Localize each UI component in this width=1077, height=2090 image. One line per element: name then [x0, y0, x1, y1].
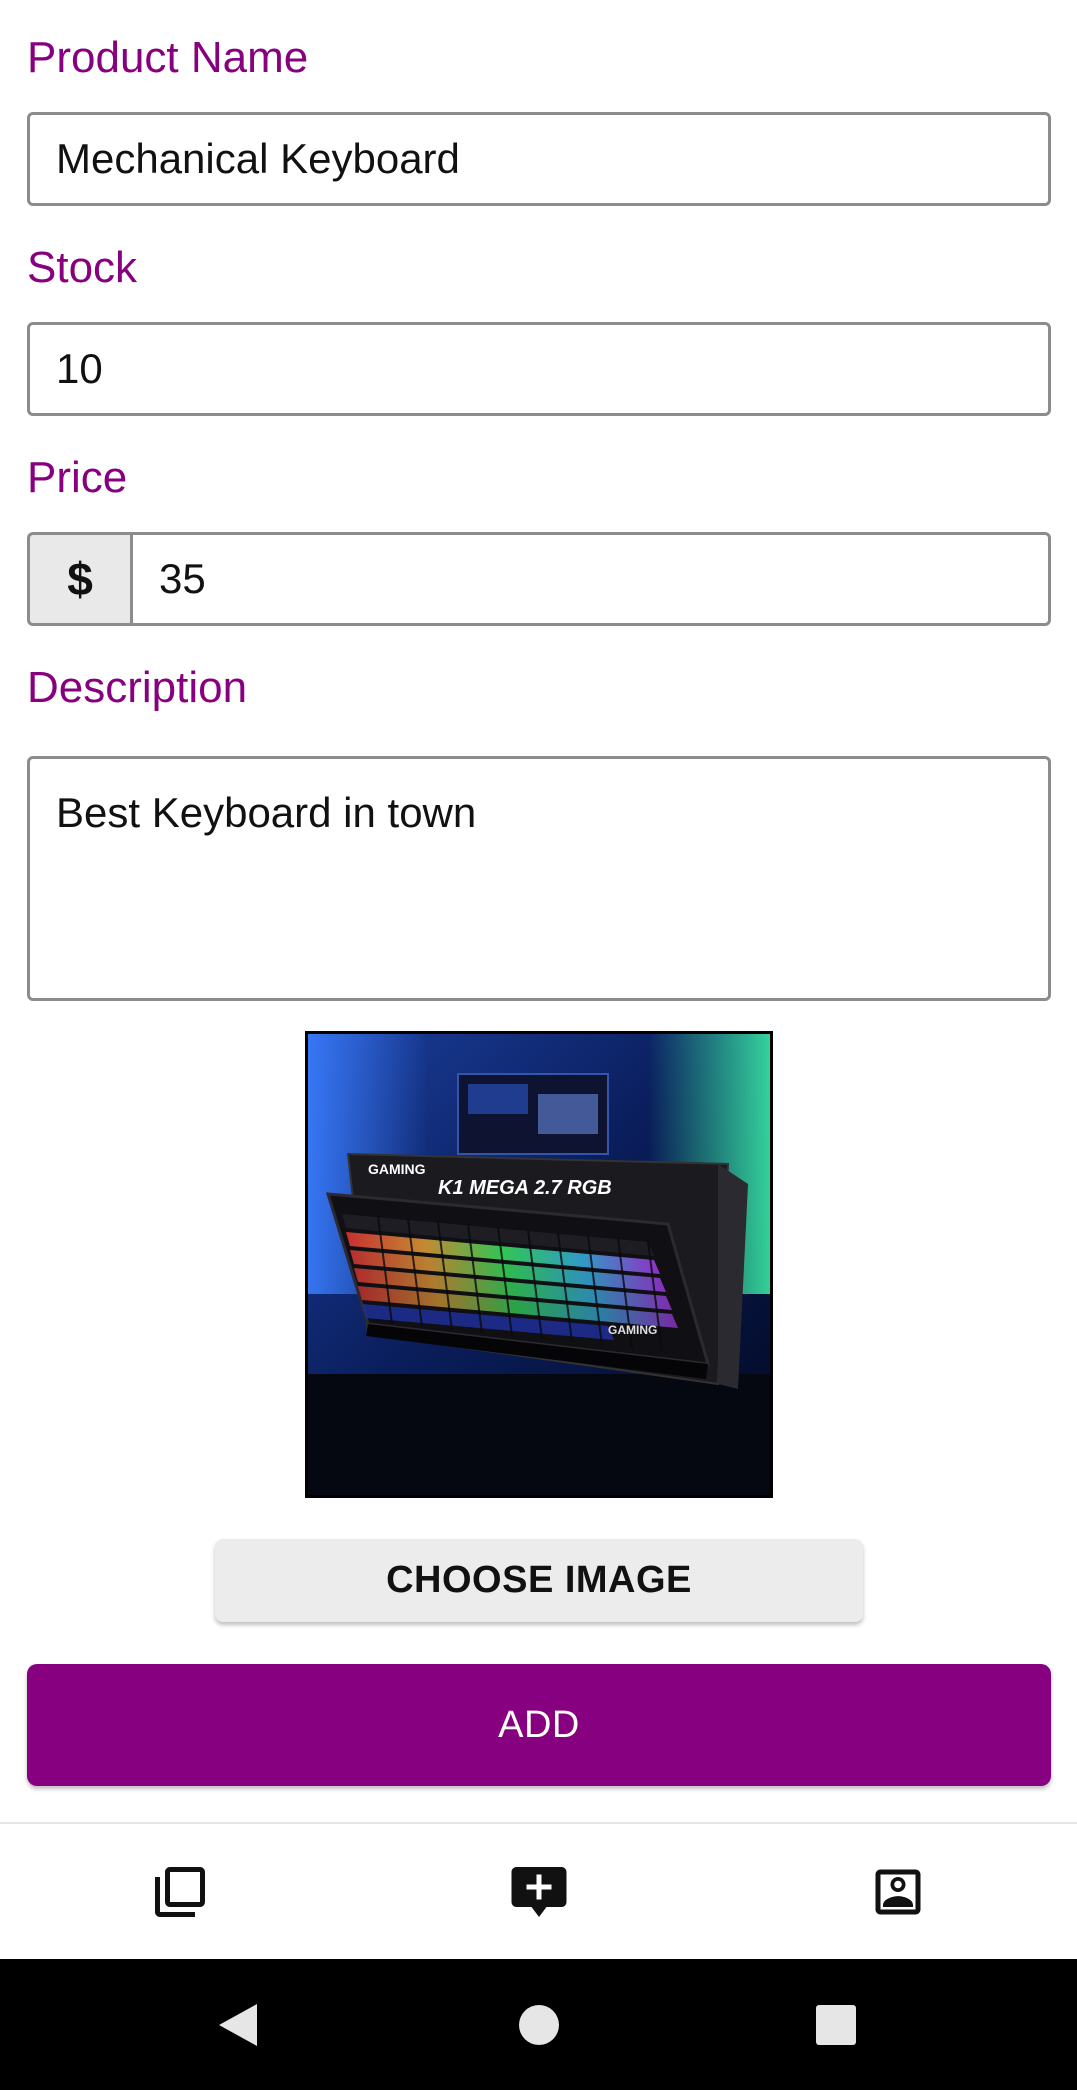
box-model-text: K1 MEGA 2.7 RGB [438, 1177, 612, 1199]
product-image: GAMING K1 MEGA 2.7 RGB GAMING [305, 1031, 773, 1498]
nav-item-contact[interactable] [718, 1824, 1077, 1959]
library-icon [154, 1866, 205, 1917]
add-comment-icon [511, 1866, 566, 1917]
home-circle-icon [519, 2004, 559, 2045]
price-label: Price [27, 453, 128, 502]
system-navigation-bar [0, 1959, 1077, 2090]
description-textarea[interactable]: Best Keyboard in town [27, 756, 1051, 1001]
back-triangle-icon [219, 2003, 257, 2046]
nav-item-add-product[interactable] [359, 1824, 718, 1959]
choose-image-button[interactable]: CHOOSE IMAGE [215, 1539, 863, 1622]
currency-prefix: $ [27, 532, 130, 626]
stock-input[interactable]: 10 [27, 322, 1051, 416]
price-input[interactable]: 35 [130, 532, 1051, 626]
product-name-label: Product Name [27, 33, 309, 82]
box-brand-text: GAMING [368, 1161, 426, 1177]
stock-label: Stock [27, 243, 138, 292]
description-label: Description [27, 663, 248, 712]
bottom-navigation [0, 1822, 1077, 1959]
add-product-screen: Product Name Mechanical Keyboard Stock 1… [0, 0, 1077, 2090]
product-name-input[interactable]: Mechanical Keyboard [27, 112, 1051, 206]
nav-item-library[interactable] [0, 1824, 359, 1959]
system-recents-button[interactable] [776, 1959, 896, 2090]
keyboard-photo: GAMING K1 MEGA 2.7 RGB GAMING [308, 1034, 770, 1495]
contact-icon [875, 1869, 920, 1914]
add-button[interactable]: ADD [27, 1664, 1051, 1786]
recents-square-icon [816, 2004, 856, 2045]
keyboard-brand-text: GAMING [608, 1323, 657, 1337]
system-home-button[interactable] [479, 1959, 599, 2090]
system-back-button[interactable] [178, 1959, 298, 2090]
price-input-group: $ 35 [27, 532, 1051, 626]
